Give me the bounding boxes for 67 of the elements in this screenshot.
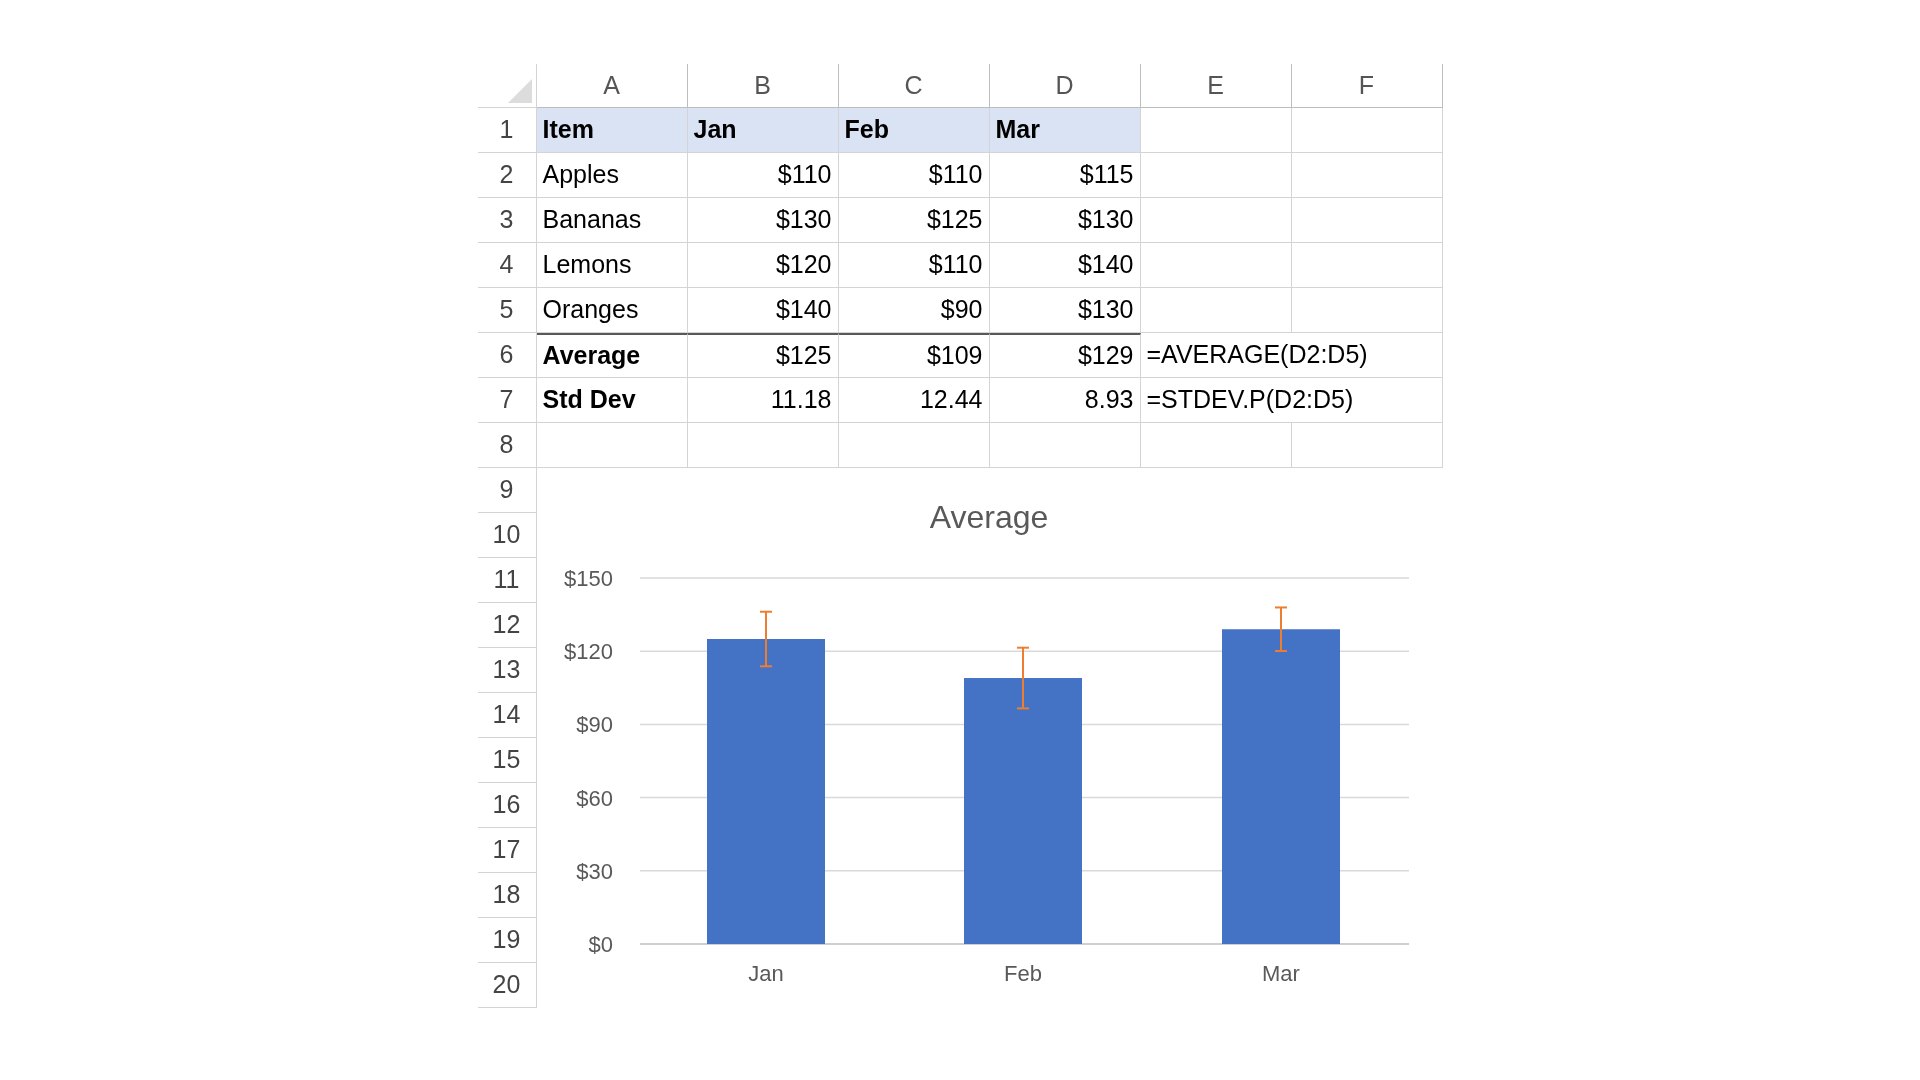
header-cell: Jan	[687, 108, 839, 153]
row-header[interactable]: 10	[477, 513, 537, 558]
table-cell: 12.44	[838, 378, 990, 423]
table-cell: Oranges	[536, 288, 688, 333]
row-header[interactable]: 5	[477, 288, 537, 333]
axis-tick-label: $120	[563, 639, 613, 665]
table-cell: 11.18	[687, 378, 839, 423]
row-header[interactable]: 4	[477, 243, 537, 288]
table-cell: $130	[687, 198, 839, 243]
table-cell: $115	[989, 153, 1141, 198]
table-cell: $140	[989, 243, 1141, 288]
category-label: Mar	[1261, 961, 1300, 986]
axis-tick-label: $30	[575, 858, 613, 884]
table-cell: $129	[989, 333, 1141, 378]
table-cell: $120	[687, 243, 839, 288]
row-header[interactable]: 16	[477, 783, 537, 828]
column-header[interactable]: F	[1291, 64, 1443, 108]
table-cell: $130	[989, 288, 1141, 333]
table-cell: Average	[536, 333, 688, 378]
table-cell: $140	[687, 288, 839, 333]
column-header[interactable]: E	[1140, 64, 1292, 108]
row-header[interactable]: 12	[477, 603, 537, 648]
header-cell: Mar	[989, 108, 1141, 153]
row-header[interactable]: 20	[477, 963, 537, 1008]
axis-tick-label: $90	[575, 712, 613, 738]
table-cell: Apples	[536, 153, 688, 198]
formula-cell: =AVERAGE(D2:D5)	[1140, 333, 1443, 378]
header-cell: Feb	[838, 108, 990, 153]
row-header[interactable]: 2	[477, 153, 537, 198]
table-cell: $110	[687, 153, 839, 198]
axis-tick-label: $150	[563, 566, 613, 591]
category-label: Jan	[747, 961, 784, 986]
row-header[interactable]: 13	[477, 648, 537, 693]
row-header[interactable]: 7	[477, 378, 537, 423]
axis-tick-label: $60	[575, 785, 613, 811]
formula-cell: =STDEV.P(D2:D5)	[1140, 378, 1443, 423]
row-header[interactable]: 19	[477, 918, 537, 963]
error-bar	[1273, 606, 1288, 653]
error-bar	[758, 610, 773, 668]
row-header[interactable]: 18	[477, 873, 537, 918]
table-cell: Lemons	[536, 243, 688, 288]
triangle-icon	[507, 79, 532, 103]
category-label: Feb	[1003, 961, 1042, 986]
table-cell: $109	[838, 333, 990, 378]
error-bar	[1015, 646, 1030, 710]
table-cell: Bananas	[536, 198, 688, 243]
row-header[interactable]: 11	[477, 558, 537, 603]
table-cell: $110	[838, 243, 990, 288]
axis-tick-label: $0	[588, 932, 613, 957]
row-header[interactable]: 3	[477, 198, 537, 243]
table-cell: $130	[989, 198, 1141, 243]
row-header[interactable]: 6	[477, 333, 537, 378]
row-header[interactable]: 1	[477, 108, 537, 153]
table-cell: $110	[838, 153, 990, 198]
chart-title: Average	[929, 499, 1048, 535]
table-cell: $90	[838, 288, 990, 333]
header-cell: Item	[536, 108, 688, 153]
row-header[interactable]: 8	[477, 423, 537, 468]
row-header[interactable]: 14	[477, 693, 537, 738]
table-cell: 8.93	[989, 378, 1141, 423]
select-all-corner[interactable]	[477, 64, 537, 108]
row-header[interactable]: 15	[477, 738, 537, 783]
table-cell: $125	[687, 333, 839, 378]
table-cell: Std Dev	[536, 378, 688, 423]
table-cell: $125	[838, 198, 990, 243]
row-header[interactable]: 17	[477, 828, 537, 873]
row-header[interactable]: 9	[477, 468, 537, 513]
